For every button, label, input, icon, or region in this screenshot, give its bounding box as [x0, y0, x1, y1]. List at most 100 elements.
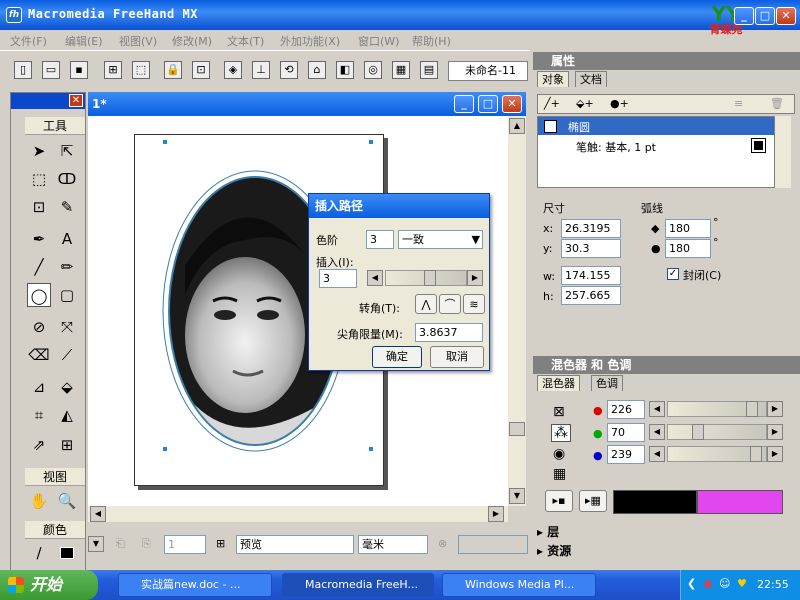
tray-app-icon[interactable]: ☺: [719, 577, 730, 590]
cancel-button[interactable]: 取消: [430, 346, 484, 368]
object-list-scrollbar[interactable]: [775, 116, 791, 188]
current-color-swatch[interactable]: [697, 490, 783, 514]
menu-help[interactable]: 帮助(H): [412, 33, 451, 49]
taskbar-item-freehand[interactable]: Macromedia FreeH...: [282, 573, 434, 597]
freeform-tool-icon[interactable]: ⟋: [55, 343, 79, 367]
properties-header[interactable]: 属性: [533, 52, 800, 70]
pencil-tool-icon[interactable]: ✏: [55, 255, 79, 279]
library-panel-header[interactable]: ▸ 资源: [537, 542, 571, 559]
closed-checkbox[interactable]: ✓: [667, 268, 679, 280]
subselect-tool-icon[interactable]: ⇱: [55, 139, 79, 163]
eraser-tool-icon[interactable]: ⌫: [27, 343, 51, 367]
arc-start-field[interactable]: 180: [665, 219, 711, 238]
doc-maximize-button[interactable]: □: [478, 95, 498, 113]
line-tool-icon[interactable]: ╱: [27, 255, 51, 279]
fill-color-swatch[interactable]: [55, 541, 79, 565]
previous-color-swatch[interactable]: [613, 490, 697, 514]
taskbar-item-word[interactable]: 实战篇new.doc - ...: [118, 573, 272, 597]
color-options-icon[interactable]: ▸▦: [579, 490, 607, 512]
green-field[interactable]: 70: [607, 423, 645, 442]
corner-round-icon[interactable]: ⌒: [439, 294, 461, 314]
lasso-tool-icon[interactable]: ↀ: [55, 167, 79, 191]
insert-input[interactable]: 3: [319, 269, 357, 288]
menu-file[interactable]: 文件(F): [10, 33, 47, 49]
rectangle-tool-icon[interactable]: ▢: [55, 283, 79, 307]
doc-close-button[interactable]: ✕: [502, 95, 522, 113]
hls-mode-icon[interactable]: ◉: [553, 446, 565, 462]
insert-slider-left-icon[interactable]: ◀: [367, 270, 383, 286]
zoom-tool-icon[interactable]: 🔍: [55, 489, 79, 513]
units-select[interactable]: 毫米: [358, 535, 428, 554]
trace-tool-icon[interactable]: ⊡: [27, 195, 51, 219]
group-icon[interactable]: ◈: [224, 61, 242, 79]
y-field[interactable]: 30.3: [561, 239, 621, 258]
mixer-header[interactable]: 混色器 和 色调: [533, 356, 800, 374]
red-inc-icon[interactable]: ▶: [767, 401, 783, 417]
export-icon[interactable]: ⬚: [132, 61, 150, 79]
red-field[interactable]: 226: [607, 400, 645, 419]
miter-input[interactable]: 3.8637: [415, 323, 483, 342]
corner-bevel-icon[interactable]: ≋: [463, 294, 485, 314]
system-color-icon[interactable]: ▦: [553, 466, 566, 482]
hand-tool-icon[interactable]: ✋: [27, 489, 51, 513]
eyedropper-tool-icon[interactable]: ✎: [55, 195, 79, 219]
tray-app-icon[interactable]: ♥: [737, 577, 747, 590]
tab-object[interactable]: 对象: [537, 71, 569, 87]
trash-icon[interactable]: 🗑: [770, 97, 784, 110]
scroll-down-icon[interactable]: ▼: [509, 488, 525, 504]
lock-icon[interactable]: 🔒: [164, 61, 182, 79]
red-dec-icon[interactable]: ◀: [649, 401, 665, 417]
green-slider[interactable]: [667, 424, 767, 440]
page-tool-status-icon[interactable]: ⊞: [216, 537, 225, 550]
styles-icon[interactable]: ◧: [336, 61, 354, 79]
menu-edit[interactable]: 编辑(E): [65, 33, 103, 49]
tab-document[interactable]: 文档: [575, 71, 607, 87]
maximize-button[interactable]: □: [755, 7, 775, 25]
pen-tool-icon[interactable]: ✒: [27, 227, 51, 251]
tab-mixer[interactable]: 混色器: [537, 375, 580, 391]
knife-tool-icon[interactable]: ⊘: [27, 315, 51, 339]
steps-input[interactable]: 3: [366, 230, 394, 249]
tab-tints[interactable]: 色调: [591, 375, 623, 391]
menu-xtras[interactable]: 外加功能(X): [280, 33, 340, 49]
last-page-icon[interactable]: ⎘: [142, 537, 151, 551]
red-slider[interactable]: [667, 401, 767, 417]
reflect-tool-icon[interactable]: ◭: [55, 403, 79, 427]
blue-field[interactable]: 239: [607, 445, 645, 464]
add-to-swatches-icon[interactable]: ▸▪: [545, 490, 573, 512]
ok-button[interactable]: 确定: [372, 346, 422, 368]
horizontal-scrollbar[interactable]: ◀ ▶: [88, 506, 508, 522]
blue-slider[interactable]: [667, 446, 767, 462]
stroke-color-icon[interactable]: ∕: [27, 541, 51, 565]
tray-arrow-icon[interactable]: ❮: [687, 577, 696, 590]
align-icon[interactable]: ⊥: [252, 61, 270, 79]
page-number-field[interactable]: 1: [164, 535, 206, 554]
green-dec-icon[interactable]: ◀: [649, 424, 665, 440]
connector-tool-icon[interactable]: ⇗: [27, 433, 51, 457]
crop-tool-icon[interactable]: ⌗: [27, 403, 51, 427]
open-icon[interactable]: ▭: [42, 61, 60, 79]
document-select[interactable]: 未命名-11: [448, 61, 528, 81]
arc-end-field[interactable]: 180: [665, 239, 711, 258]
taskbar-item-media-player[interactable]: Windows Media Pl...: [442, 573, 596, 597]
start-button[interactable]: 开始: [0, 570, 98, 600]
tray-app-icon[interactable]: ◉: [703, 577, 713, 590]
unlock-icon[interactable]: ⊡: [192, 61, 210, 79]
chart-tool-icon[interactable]: ⊞: [55, 433, 79, 457]
menu-view[interactable]: 视图(V): [119, 33, 157, 49]
corner-miter-icon[interactable]: ⋀: [415, 294, 437, 314]
display-mode-select[interactable]: 预览: [236, 535, 354, 554]
height-field[interactable]: 257.665: [561, 286, 621, 305]
blue-dec-icon[interactable]: ◀: [649, 446, 665, 462]
insert-slider[interactable]: [385, 270, 467, 286]
new-icon[interactable]: ▯: [14, 61, 32, 79]
minimize-button[interactable]: _: [734, 7, 754, 25]
layers-icon[interactable]: ▤: [420, 61, 438, 79]
rgb-mode-icon[interactable]: ⁂: [551, 424, 571, 442]
tools-panel-titlebar[interactable]: ✕: [11, 93, 85, 109]
library-icon[interactable]: ⌂: [308, 61, 326, 79]
steps-mode-select[interactable]: 一致 ▼: [398, 230, 483, 249]
x-field[interactable]: 26.3195: [561, 219, 621, 238]
doc-minimize-button[interactable]: _: [454, 95, 474, 113]
blue-inc-icon[interactable]: ▶: [767, 446, 783, 462]
